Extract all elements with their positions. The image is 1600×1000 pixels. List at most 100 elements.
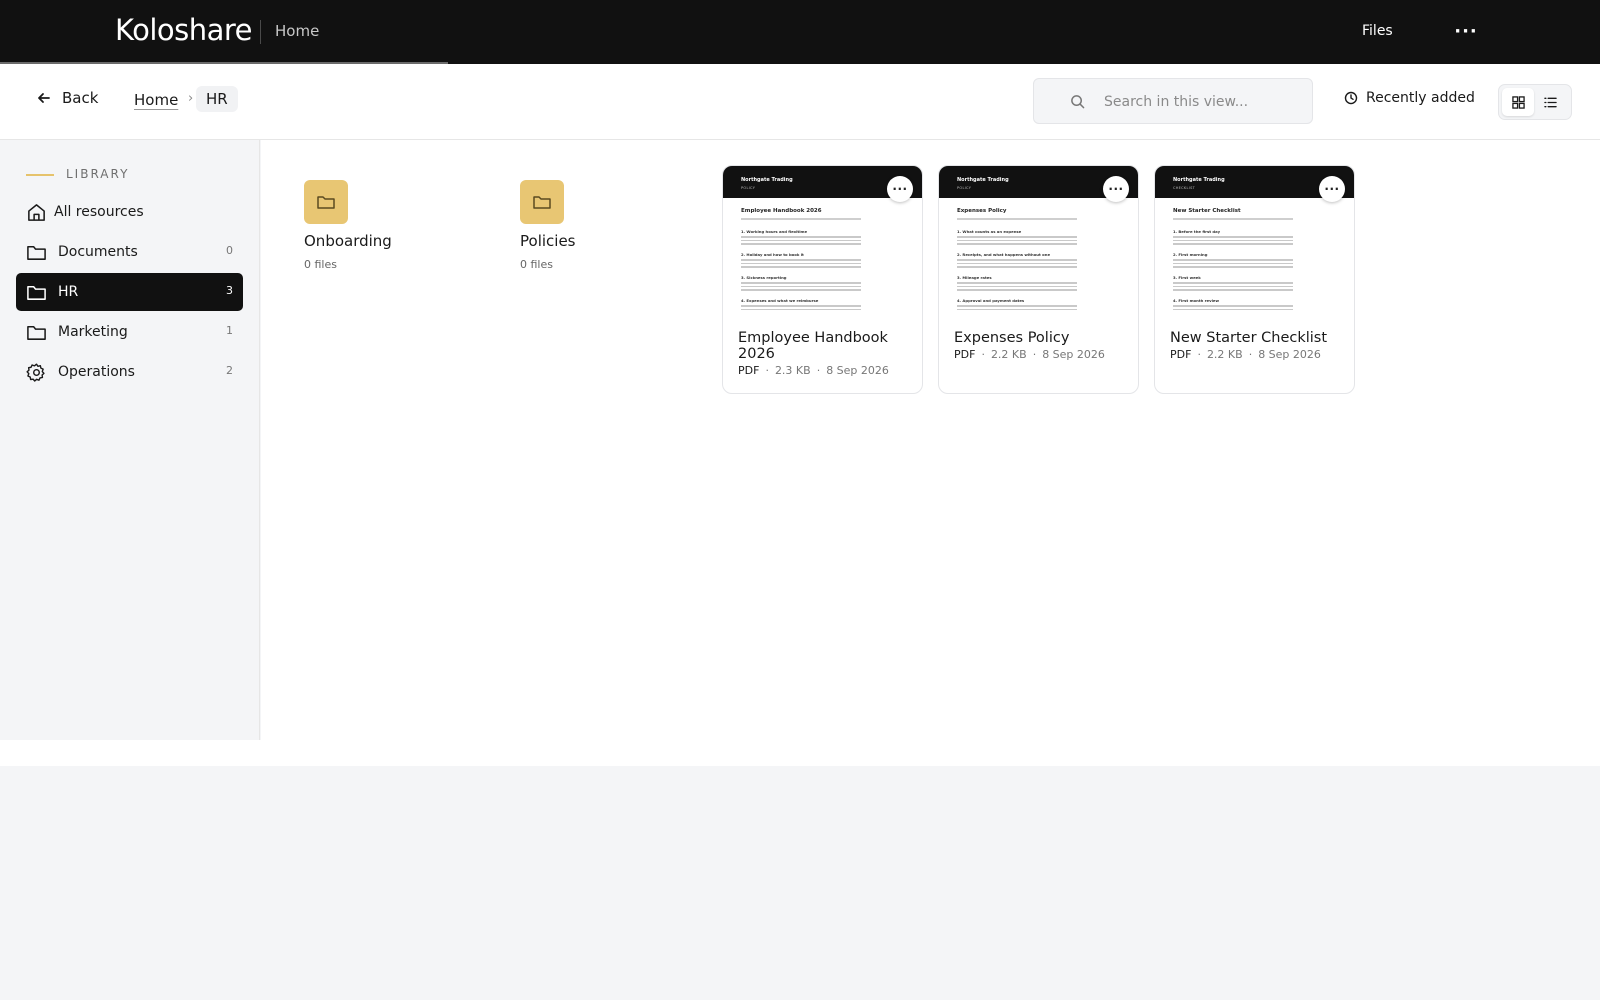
gear-icon [26, 363, 45, 382]
thumbnail-section: 3. Mileage rates [957, 275, 992, 280]
file-more-button[interactable]: ··· [1103, 176, 1129, 202]
folder-tile-icon [304, 180, 348, 224]
logo-divider [260, 20, 261, 44]
library-accent-line [26, 174, 54, 176]
search-icon [1071, 95, 1085, 109]
thumbnail-section: 2. Holiday and how to book it [741, 252, 804, 257]
sidebar-item-documents[interactable]: Documents 0 [16, 233, 243, 271]
file-more-button[interactable]: ··· [1319, 176, 1345, 202]
folder-policies[interactable]: Policies 0 files [520, 180, 700, 290]
sidebar-item-label: Operations [58, 364, 135, 380]
grid-view-button[interactable] [1502, 88, 1534, 116]
thumbnail-subline [741, 218, 861, 220]
thumbnail-brand: Northgate Trading [957, 177, 1009, 183]
thumbnail-kind: POLICY [741, 186, 756, 190]
sidebar-item-all-resources[interactable]: All resources [16, 193, 243, 231]
file-card-employee-handbook[interactable]: Northgate Trading POLICY Employee Handbo… [722, 165, 923, 394]
folder-file-count: 0 files [304, 258, 337, 271]
meta-separator: · [1032, 348, 1037, 361]
back-label: Back [62, 89, 99, 107]
sidebar-item-count: 2 [226, 364, 233, 377]
file-meta: PDF · 2.3 KB · 8 Sep 2026 [738, 364, 889, 377]
sidebar-item-count: 3 [226, 284, 233, 297]
app-logo[interactable]: Koloshare [115, 10, 253, 50]
file-date: 8 Sep 2026 [1042, 348, 1105, 361]
thumbnail-section: 4. Expenses and what we reimburse [741, 298, 819, 303]
file-size: 2.2 KB [990, 348, 1027, 361]
page-background [0, 766, 1600, 1000]
top-bar: Koloshare Home Files ··· [0, 0, 1600, 64]
thumbnail-section: 4. Approval and payment dates [957, 298, 1025, 303]
thumbnail-title: Employee Handbook 2026 [741, 208, 822, 214]
file-size: 2.3 KB [774, 364, 811, 377]
thumbnail-kind: CHECKLIST [1173, 186, 1196, 190]
file-meta: PDF · 2.2 KB · 8 Sep 2026 [954, 348, 1105, 361]
sidebar-item-operations[interactable]: Operations 2 [16, 353, 243, 391]
clock-icon [1344, 91, 1358, 105]
library-heading: LIBRARY [66, 167, 130, 181]
logo-text: Koloshare [115, 13, 253, 47]
grid-icon [1511, 95, 1525, 109]
folder-icon [533, 196, 551, 209]
file-meta: PDF · 2.2 KB · 8 Sep 2026 [1170, 348, 1321, 361]
file-title: Employee Handbook 2026 [738, 330, 888, 362]
arrow-left-icon [38, 93, 50, 103]
meta-separator: · [765, 364, 769, 377]
thumbnail-text-lines [741, 236, 861, 247]
list-icon [1543, 97, 1557, 107]
breadcrumb-home[interactable]: Home [134, 91, 178, 109]
thumbnail-text-lines [1173, 282, 1293, 293]
back-button[interactable]: Back [36, 89, 98, 107]
breadcrumb-separator: › [188, 91, 194, 106]
file-date: 8 Sep 2026 [1258, 348, 1321, 361]
sidebar-item-label: HR [58, 284, 79, 300]
file-type: PDF [738, 364, 760, 377]
thumbnail-text-lines [741, 259, 861, 270]
sidebar-item-marketing[interactable]: Marketing 1 [16, 313, 243, 351]
meta-separator: · [816, 364, 821, 377]
footer-strip [0, 740, 1600, 766]
more-menu-icon[interactable]: ··· [1454, 17, 1478, 45]
thumbnail-kind: POLICY [957, 186, 972, 190]
thumbnail-text-lines [957, 259, 1077, 270]
sort-button[interactable]: Recently added [1344, 90, 1475, 106]
thumbnail-section: 4. First month review [1173, 298, 1219, 303]
search-input[interactable] [1104, 91, 1304, 113]
thumbnail-section: 1. Before the first day [1173, 229, 1221, 234]
file-more-button[interactable]: ··· [887, 176, 913, 202]
thumbnail-text-lines [1173, 305, 1293, 312]
sidebar-item-count: 0 [226, 244, 233, 257]
meta-separator: · [1248, 348, 1253, 361]
sort-label: Recently added [1366, 90, 1475, 106]
file-title: Expenses Policy [954, 330, 1070, 346]
thumbnail-brand: Northgate Trading [741, 177, 793, 183]
file-type: PDF [954, 348, 976, 361]
nav-files-link[interactable]: Files [1362, 20, 1393, 42]
sidebar-item-hr[interactable]: HR 3 [16, 273, 243, 311]
folder-icon [27, 246, 46, 260]
toolbar: Back Home › HR Recently added [0, 64, 1600, 140]
thumbnail-section: 1. What counts as an expense [957, 229, 1022, 234]
folder-onboarding[interactable]: Onboarding 0 files [304, 180, 484, 290]
thumbnail-section: 3. First week [1173, 275, 1201, 280]
list-view-button[interactable] [1534, 88, 1566, 116]
sidebar-item-label: All resources [54, 204, 144, 220]
thumbnail-text-lines [957, 282, 1077, 293]
file-title: New Starter Checklist [1170, 330, 1328, 346]
file-card-expenses-policy[interactable]: Northgate Trading POLICY Expenses Policy… [938, 165, 1139, 394]
main-content: Onboarding 0 files Policies 0 files Nort… [261, 140, 1600, 740]
file-size: 2.2 KB [1206, 348, 1243, 361]
top-section-title: Home [275, 22, 320, 40]
sidebar-item-count: 1 [226, 324, 233, 337]
view-toggle [1498, 84, 1572, 120]
meta-separator: · [981, 348, 985, 361]
sidebar-item-label: Documents [58, 244, 138, 260]
thumbnail-text-lines [1173, 236, 1293, 247]
search-box [1033, 78, 1313, 124]
folder-name: Onboarding [304, 232, 392, 250]
breadcrumb-current: HR [196, 86, 238, 112]
folder-icon [317, 196, 335, 209]
file-card-new-starter-checklist[interactable]: Northgate Trading CHECKLIST New Starter … [1154, 165, 1355, 394]
thumbnail-title: New Starter Checklist [1173, 208, 1241, 214]
thumbnail-brand: Northgate Trading [1173, 177, 1225, 183]
